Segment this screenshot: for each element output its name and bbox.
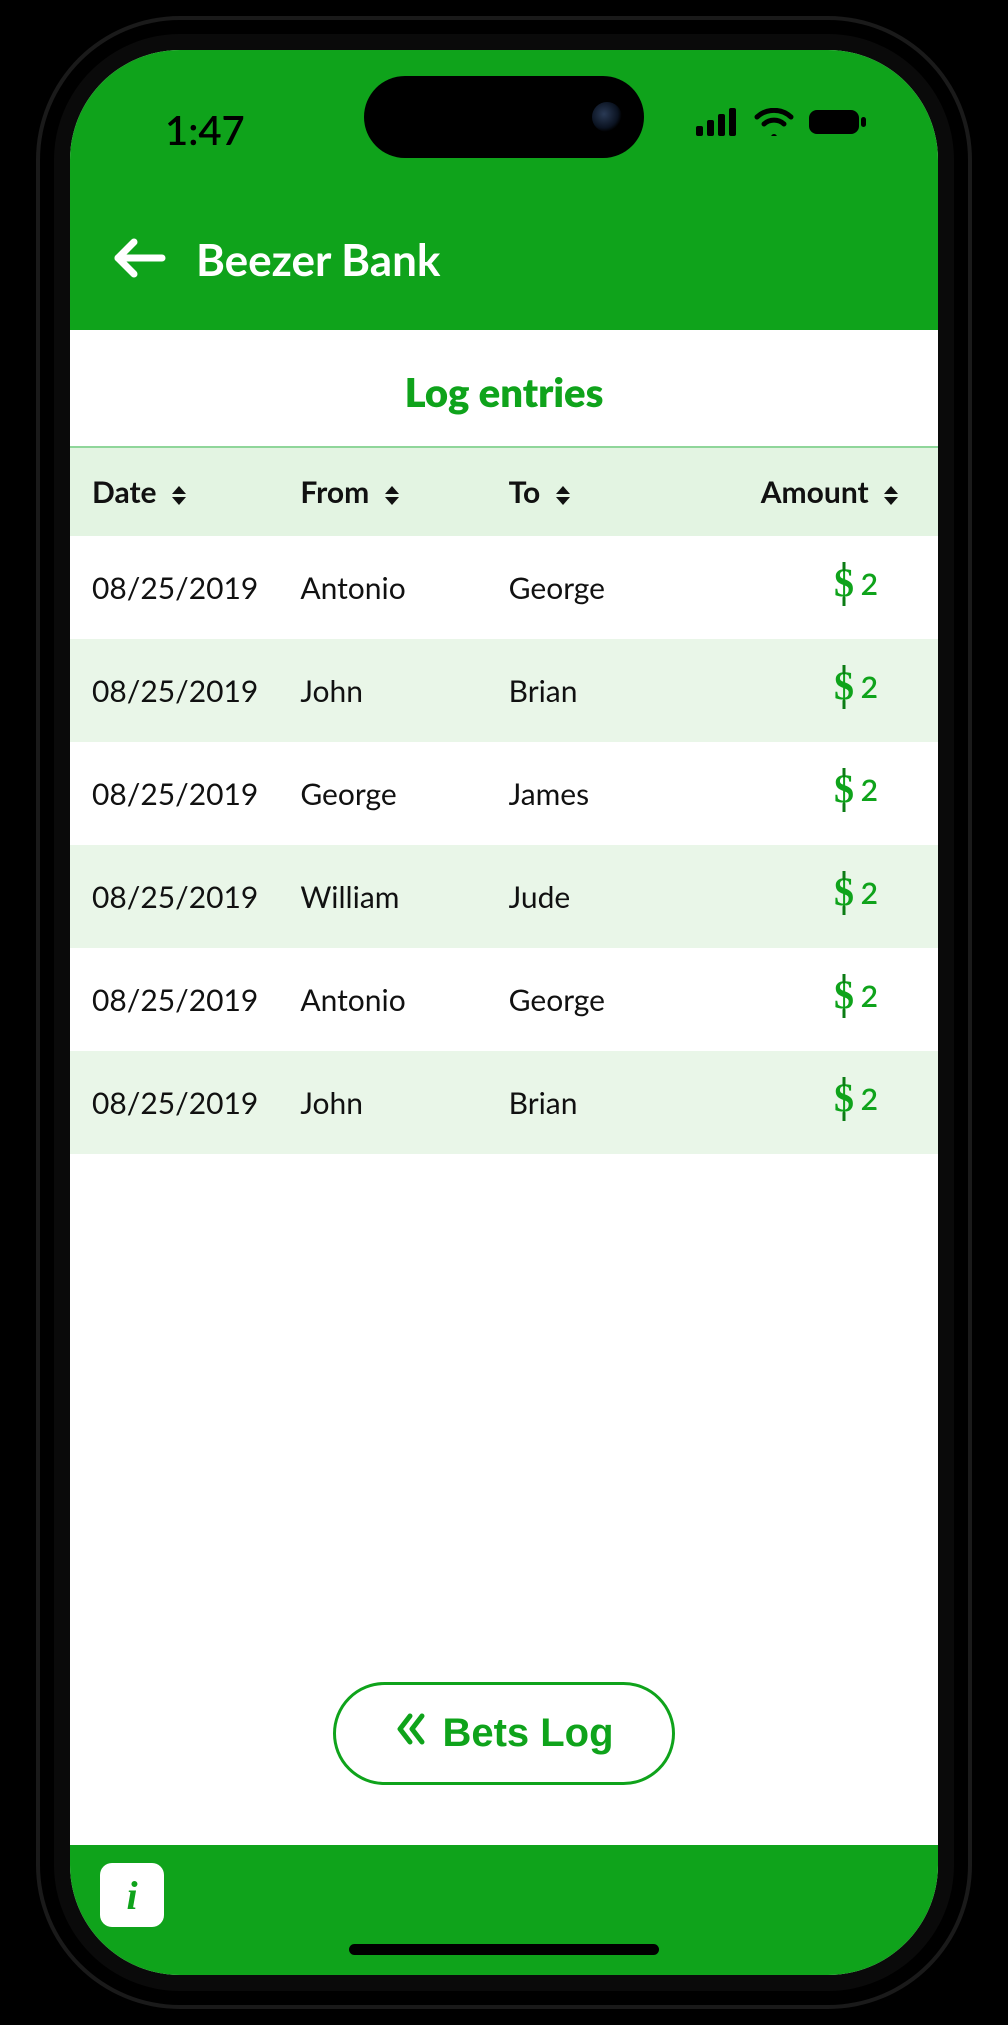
cell-date: 08/25/2019 [70, 948, 278, 1051]
frame-notch [758, 2011, 808, 2021]
log-table-container: Date From To [70, 448, 938, 1642]
screen: 1:47 [70, 50, 938, 1975]
cell-from: William [278, 845, 486, 948]
wifi-icon [754, 108, 794, 136]
cell-to: George [487, 536, 678, 639]
footer-button-area: Bets Log [70, 1642, 938, 1845]
amount-value: 2 [861, 772, 878, 808]
phone-bezel: 1:47 [54, 34, 954, 1991]
cell-date: 08/25/2019 [70, 1051, 278, 1154]
power-button [974, 620, 986, 840]
bets-log-button[interactable]: Bets Log [333, 1682, 674, 1785]
column-header-from[interactable]: From [278, 448, 486, 536]
dollar-icon: $ [831, 562, 857, 606]
phone-frame: 1:47 [40, 20, 968, 2005]
info-button[interactable]: i [100, 1863, 164, 1927]
cell-from: John [278, 639, 486, 742]
dollar-icon: $ [831, 974, 857, 1018]
cell-to: Brian [487, 639, 678, 742]
volume-up-button [22, 575, 34, 715]
bets-log-label: Bets Log [442, 1711, 613, 1756]
cell-to: Jude [487, 845, 678, 948]
cell-amount: $2 [678, 639, 938, 742]
cell-to: James [487, 742, 678, 845]
cell-to: George [487, 948, 678, 1051]
battery-icon [808, 108, 868, 136]
cell-from: Antonio [278, 536, 486, 639]
cell-amount: $2 [678, 742, 938, 845]
frame-notch [758, 4, 808, 14]
cell-from: Antonio [278, 948, 486, 1051]
dollar-icon: $ [831, 665, 857, 709]
table-header-row: Date From To [70, 448, 938, 536]
cell-to: Brian [487, 1051, 678, 1154]
chevron-double-left-icon [394, 1711, 428, 1756]
column-header-date[interactable]: Date [70, 448, 278, 536]
table-row[interactable]: 08/25/2019AntonioGeorge$2 [70, 948, 938, 1051]
table-row[interactable]: 08/25/2019WilliamJude$2 [70, 845, 938, 948]
back-button[interactable] [110, 236, 166, 284]
frame-notch [200, 4, 250, 14]
section-title: Log entries [405, 368, 604, 416]
cell-amount: $2 [678, 948, 938, 1051]
cell-from: John [278, 1051, 486, 1154]
table-row[interactable]: 08/25/2019JohnBrian$2 [70, 639, 938, 742]
cellular-icon [696, 108, 740, 136]
amount-value: 2 [861, 875, 878, 911]
volume-down-button [22, 755, 34, 895]
dynamic-island [364, 76, 644, 158]
cell-date: 08/25/2019 [70, 639, 278, 742]
sort-icon [385, 486, 399, 505]
column-header-to[interactable]: To [487, 448, 678, 536]
app-header: Beezer Bank [70, 190, 938, 330]
dollar-icon: $ [831, 1077, 857, 1121]
column-label: To [509, 474, 541, 510]
column-label: From [300, 474, 369, 510]
table-row[interactable]: 08/25/2019AntonioGeorge$2 [70, 536, 938, 639]
status-time: 1:47 [165, 106, 245, 154]
column-header-amount[interactable]: Amount [678, 448, 938, 536]
dollar-icon: $ [831, 768, 857, 812]
app-title: Beezer Bank [196, 234, 440, 286]
table-row[interactable]: 08/25/2019JohnBrian$2 [70, 1051, 938, 1154]
sort-icon [556, 486, 570, 505]
amount-value: 2 [861, 978, 878, 1014]
cell-date: 08/25/2019 [70, 536, 278, 639]
amount-value: 2 [861, 669, 878, 705]
arrow-left-icon [110, 236, 166, 280]
column-label: Date [92, 474, 157, 510]
cell-date: 08/25/2019 [70, 742, 278, 845]
amount-value: 2 [861, 1081, 878, 1117]
section-title-bar: Log entries [70, 330, 938, 448]
cell-amount: $2 [678, 845, 938, 948]
sort-icon [884, 486, 898, 505]
cell-from: George [278, 742, 486, 845]
log-table: Date From To [70, 448, 938, 1154]
info-icon: i [126, 1872, 137, 1919]
cell-date: 08/25/2019 [70, 845, 278, 948]
home-indicator [349, 1944, 659, 1955]
sort-icon [172, 486, 186, 505]
volume-silent-switch [22, 445, 34, 515]
table-row[interactable]: 08/25/2019GeorgeJames$2 [70, 742, 938, 845]
amount-value: 2 [861, 566, 878, 602]
bottom-bar: i [70, 1845, 938, 1975]
cell-amount: $2 [678, 536, 938, 639]
column-label: Amount [761, 474, 869, 510]
frame-notch [200, 2011, 250, 2021]
status-icons [696, 108, 868, 136]
dollar-icon: $ [831, 871, 857, 915]
cell-amount: $2 [678, 1051, 938, 1154]
